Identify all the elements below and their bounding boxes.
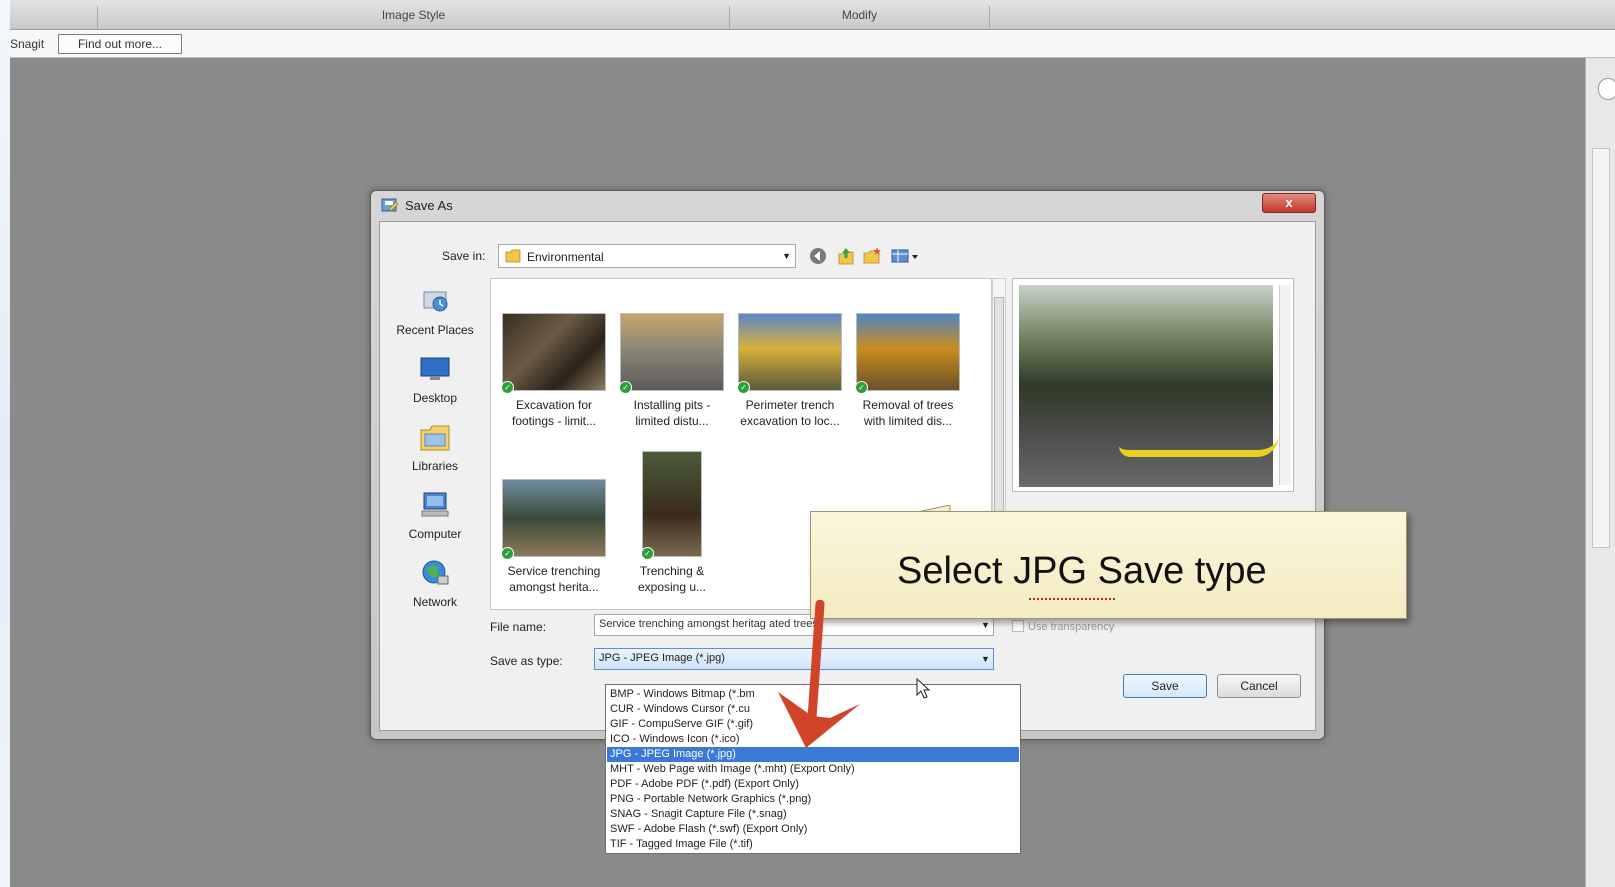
chevron-down-icon: ▼ [782,251,791,261]
sync-check-icon: ✓ [619,381,632,394]
place-label: Libraries [411,459,459,473]
callout-text: Select JPG Save type [897,550,1267,592]
file-name-line: Perimeter trench [745,398,835,412]
save-in-label: Save in: [442,249,486,263]
place-label: Desktop [412,391,458,405]
file-name-label: File name: [490,620,547,634]
cancel-button[interactable]: Cancel [1217,674,1301,698]
panel-toggle-knob[interactable] [1598,78,1615,100]
place-network[interactable]: Network [380,558,490,609]
scrollbar-thumb[interactable] [1592,148,1610,548]
place-label: Computer [408,527,462,541]
file-name-line: Excavation for [515,398,593,412]
file-item[interactable]: ✓ Trenching & exposing u... [613,451,731,595]
left-edge-strip [0,0,10,887]
ribbon-group-image-style[interactable]: Image Style [98,6,730,30]
file-name-line: Service trenching [507,564,601,578]
new-folder-icon[interactable] [862,246,882,266]
back-icon[interactable] [808,246,828,266]
dialog-titlebar[interactable]: Save As x [371,191,1324,221]
type-option-snag[interactable]: SNAG - Snagit Capture File (*.snag) [607,807,1019,822]
folder-icon [505,249,521,263]
save-in-value: Environmental [527,250,604,264]
dialog-title: Save As [405,198,453,213]
find-out-more-button[interactable]: Find out more... [58,34,182,54]
snagit-info-bar: Snagit Find out more... [10,31,1615,58]
save-as-type-label: Save as type: [490,654,563,668]
type-option-mht[interactable]: MHT - Web Page with Image (*.mht) (Expor… [607,762,1019,777]
file-thumbnail: ✓ [737,313,842,394]
ribbon-group-bar: Image Style Modify [10,0,1615,30]
file-thumbnail: ✓ [641,451,702,560]
place-recent-places[interactable]: Recent Places [380,286,490,337]
file-name-line: footings - limit... [511,414,597,428]
save-as-icon [381,198,399,212]
file-name-line: excavation to loc... [740,414,840,428]
image-preview [1012,278,1294,492]
close-button[interactable]: x [1262,193,1316,213]
type-option-swf[interactable]: SWF - Adobe Flash (*.swf) (Export Only) [607,822,1019,837]
places-bar: Recent Places Desktop Libraries Computer… [380,278,490,618]
file-item[interactable]: ✓ Removal of trees with limited dis... [849,313,967,429]
file-item[interactable]: ✓ Service trenching amongst herita... [495,479,613,595]
recent-places-icon [423,291,448,312]
file-item[interactable]: ✓ Excavation for footings - limit... [495,313,613,429]
views-menu-icon[interactable] [890,246,920,266]
file-name-line: amongst herita... [509,580,599,594]
place-computer[interactable]: Computer [380,490,490,541]
network-icon [422,560,449,585]
chevron-down-icon[interactable]: ▼ [981,654,990,664]
type-option-pdf[interactable]: PDF - Adobe PDF (*.pdf) (Export Only) [607,777,1019,792]
sync-check-icon: ✓ [641,547,654,560]
file-name-line: Installing pits - [633,398,711,412]
file-name-line: Removal of trees [862,398,954,412]
desktop-icon [420,357,450,380]
file-name-line: limited distu... [635,414,709,428]
ribbon-group-0 [10,6,98,30]
sync-check-icon: ✓ [501,547,514,560]
ribbon-group-modify[interactable]: Modify [730,6,990,30]
sync-check-icon: ✓ [737,381,750,394]
preview-scrollbar[interactable] [1279,285,1291,485]
save-button[interactable]: Save [1123,674,1207,698]
sync-check-icon: ✓ [855,381,868,394]
file-item[interactable]: ✓ Installing pits - limited distu... [613,313,731,429]
file-thumbnail: ✓ [619,313,724,394]
place-desktop[interactable]: Desktop [380,354,490,405]
place-label: Network [412,595,457,609]
file-name-line: Trenching & [639,564,705,578]
place-libraries[interactable]: Libraries [380,422,490,473]
file-thumbnail: ✓ [855,313,960,394]
file-thumbnail: ✓ [501,313,606,394]
checkbox-box[interactable] [1012,620,1024,632]
use-transparency-label: Use transparency [1028,621,1115,633]
chevron-down-icon[interactable]: ▼ [981,620,990,630]
sync-check-icon: ✓ [501,381,514,394]
file-name-line: with limited dis... [863,414,953,428]
file-thumbnail: ✓ [501,479,606,560]
place-label: Recent Places [396,323,474,337]
save-in-dropdown[interactable]: Environmental ▼ [498,244,796,268]
spellcheck-underline [1029,596,1115,600]
snagit-label: Snagit [10,37,45,51]
file-name-line: exposing u... [637,580,707,594]
type-option-png[interactable]: PNG - Portable Network Graphics (*.png) [607,792,1019,807]
up-folder-icon[interactable] [836,246,856,266]
file-item[interactable]: ✓ Perimeter trench excavation to loc... [731,313,849,429]
use-transparency-checkbox[interactable]: Use transparency [1012,620,1114,633]
right-scrollbar[interactable] [1585,58,1615,887]
preview-photo [1019,285,1279,487]
libraries-icon [420,425,450,451]
mouse-cursor-icon [916,678,931,699]
red-arrow-icon [778,600,860,748]
preview-hose [1119,435,1279,457]
type-option-tif[interactable]: TIF - Tagged Image File (*.tif) [607,837,1019,852]
callout-box: Select JPG Save type [810,511,1407,619]
computer-icon [421,492,449,517]
